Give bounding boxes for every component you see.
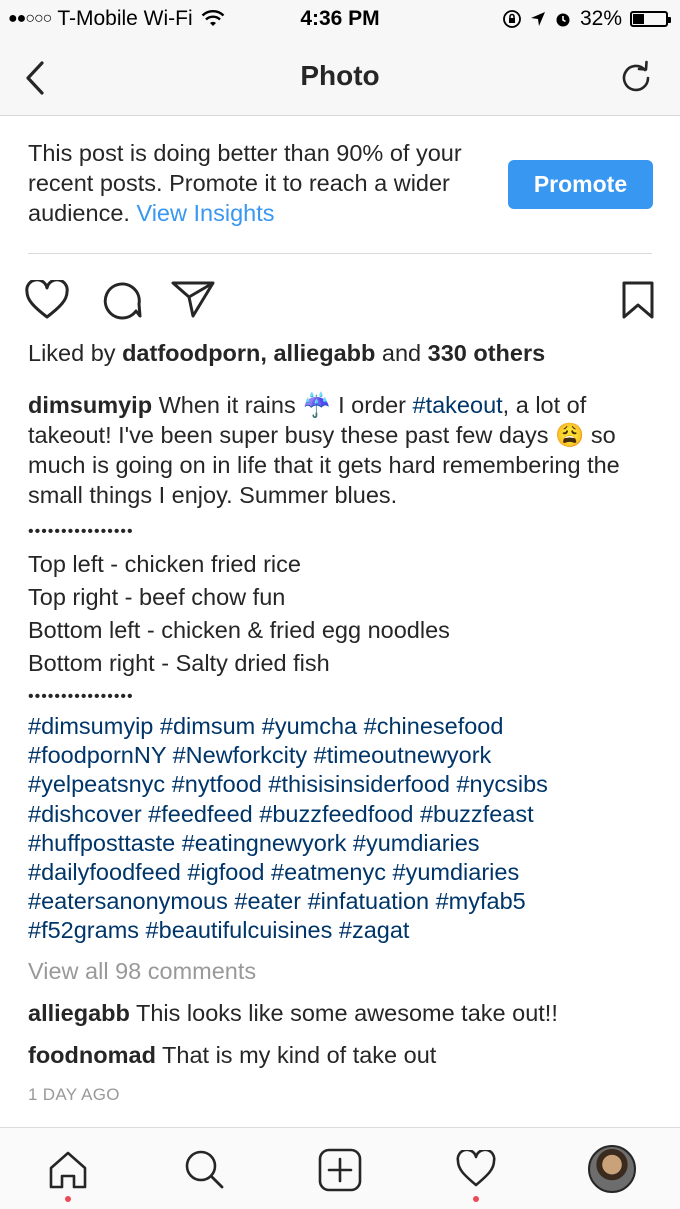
- liker-username[interactable]: alliegabb: [273, 340, 375, 366]
- location-arrow-icon: [530, 12, 545, 26]
- likes-and: and: [381, 340, 422, 366]
- liker-username[interactable]: datfoodporn: [122, 340, 260, 366]
- comment-bubble-icon[interactable]: [99, 278, 143, 320]
- likes-prefix: Liked by: [28, 340, 116, 366]
- hashtag-line[interactable]: #dishcover #feedfeed #buzzfeedfood #buzz…: [28, 800, 668, 829]
- share-send-icon[interactable]: [170, 279, 216, 319]
- home-icon[interactable]: [47, 1150, 89, 1190]
- dot-separator: ••••••••••••••••: [28, 523, 134, 540]
- navigation-bar: Photo: [0, 38, 680, 116]
- comment-row: alliegabb This looks like some awesome t…: [28, 1000, 558, 1027]
- hashtag-line[interactable]: #dimsumyip #dimsum #yumcha #chinesefood: [28, 712, 668, 741]
- divider: [28, 253, 652, 254]
- hashtag-line[interactable]: #dailyfoodfeed #igfood #eatmenyc #yumdia…: [28, 858, 668, 887]
- activity-heart-icon[interactable]: [455, 1150, 497, 1188]
- list-item: Top left - chicken fried rice: [28, 551, 301, 577]
- dot-separator: ••••••••••••••••: [28, 688, 134, 705]
- umbrella-emoji-icon: ☔: [302, 392, 332, 418]
- comment-username[interactable]: foodnomad: [28, 1042, 156, 1068]
- hashtag-line[interactable]: #yelpeatsnyc #nytfood #thisisinsiderfood…: [28, 770, 668, 799]
- list-item: Top right - beef chow fun: [28, 584, 286, 610]
- search-icon[interactable]: [183, 1148, 225, 1190]
- status-bar: ●●○○○ T-Mobile Wi-Fi 4:36 PM 32%: [0, 0, 680, 38]
- hashtag-line[interactable]: #eatersanonymous #eater #infatuation #my…: [28, 887, 668, 916]
- profile-avatar[interactable]: [588, 1145, 636, 1193]
- caption-username[interactable]: dimsumyip: [28, 392, 152, 418]
- list-item: Bottom right - Salty dried fish: [28, 650, 330, 676]
- hashtag-link[interactable]: #takeout: [413, 392, 503, 418]
- orientation-lock-icon: [503, 10, 521, 28]
- battery-percent: 32%: [579, 7, 622, 30]
- likes-others-count[interactable]: 330 others: [428, 340, 546, 366]
- add-post-icon[interactable]: [318, 1148, 362, 1192]
- refresh-icon[interactable]: [618, 58, 654, 94]
- promote-message: This post is doing better than 90% of yo…: [28, 138, 498, 228]
- comment-row: foodnomad That is my kind of take out: [28, 1042, 436, 1069]
- comment-username[interactable]: alliegabb: [28, 1000, 130, 1026]
- likes-summary[interactable]: Liked by datfoodporn, alliegabb and 330 …: [28, 340, 545, 367]
- post-timestamp: 1 DAY AGO: [28, 1085, 120, 1104]
- bottom-tab-bar: [0, 1127, 680, 1209]
- post-caption: dimsumyip When it rains ☔ I order #takeo…: [28, 390, 658, 510]
- status-right: 32%: [502, 7, 671, 31]
- comment-text: This looks like some awesome take out!!: [135, 1000, 558, 1026]
- home-notification-dot: [65, 1196, 71, 1202]
- like-heart-icon[interactable]: [24, 280, 70, 320]
- view-insights-link[interactable]: View Insights: [136, 200, 274, 226]
- bookmark-save-icon[interactable]: [620, 280, 656, 320]
- hashtag-line[interactable]: #foodpornNY #Newforkcity #timeoutnewyork: [28, 741, 668, 770]
- battery-icon: [630, 11, 671, 27]
- caption-text: When it rains: [158, 392, 296, 418]
- battery-fill: [633, 14, 644, 24]
- hashtag-block: #dimsumyip #dimsum #yumcha #chinesefood …: [28, 712, 668, 946]
- caption-text: I order: [338, 392, 406, 418]
- hashtag-line[interactable]: #huffposttaste #eatingnewyork #yumdiarie…: [28, 829, 668, 858]
- weary-face-emoji-icon: 😩: [555, 422, 585, 448]
- view-all-comments-link[interactable]: View all 98 comments: [28, 958, 256, 985]
- promote-button[interactable]: Promote: [508, 160, 653, 209]
- list-item: Bottom left - chicken & fried egg noodle…: [28, 617, 450, 643]
- comment-text: That is my kind of take out: [162, 1042, 437, 1068]
- hashtag-line[interactable]: #f52grams #beautifulcuisines #zagat: [28, 916, 668, 945]
- activity-notification-dot: [473, 1196, 479, 1202]
- page-title: Photo: [300, 60, 380, 91]
- alarm-icon: [556, 13, 570, 27]
- caption-list: •••••••••••••••• Top left - chicken frie…: [28, 523, 450, 713]
